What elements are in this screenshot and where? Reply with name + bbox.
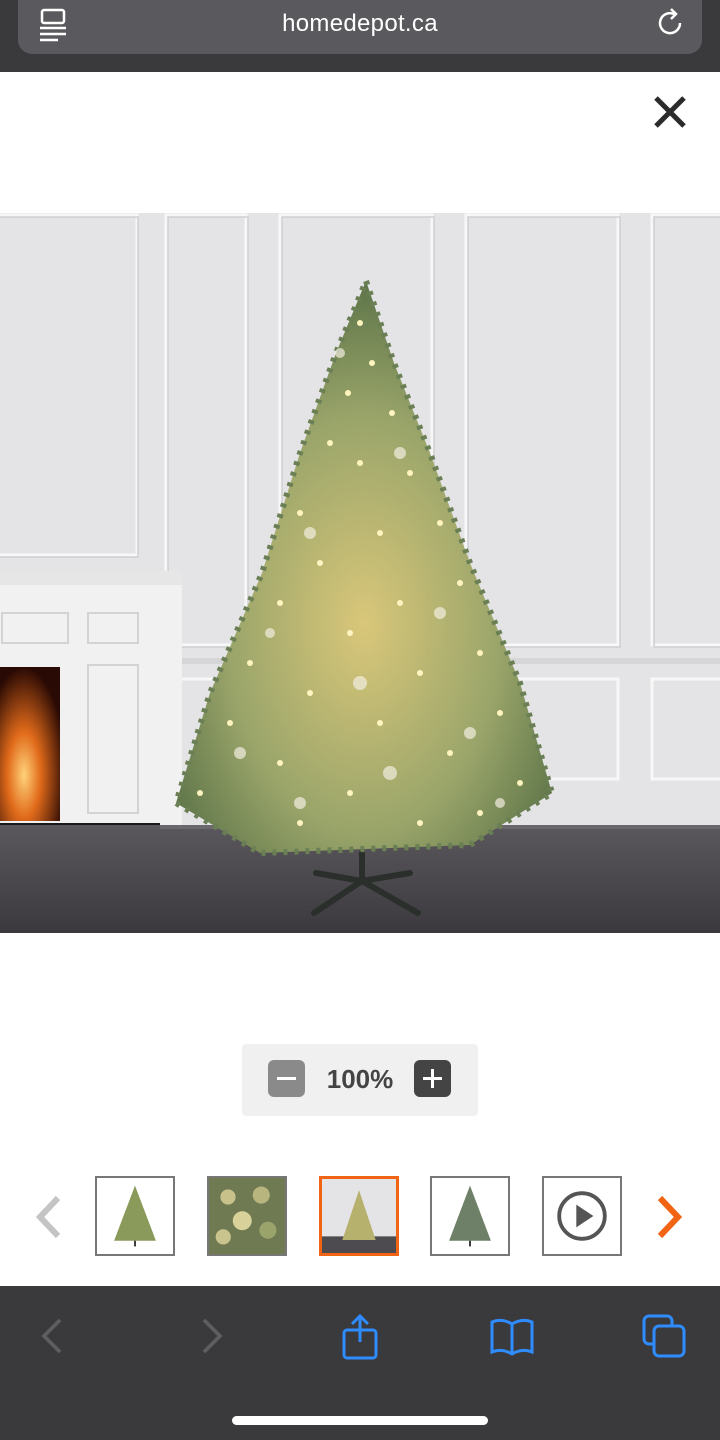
address-bar[interactable]: homedepot.ca (18, 0, 702, 54)
tree-closeup-thumbnail (209, 1178, 285, 1254)
plus-icon[interactable] (414, 1060, 451, 1097)
chevron-right-icon[interactable] (648, 1192, 688, 1242)
thumbnail-video[interactable] (542, 1176, 622, 1256)
thumbnail-1[interactable] (95, 1176, 175, 1256)
tree-thumbnail (97, 1178, 173, 1254)
forward-icon[interactable] (186, 1312, 234, 1360)
book-icon[interactable] (488, 1312, 536, 1360)
play-icon (544, 1178, 620, 1254)
browser-bottom-toolbar (0, 1286, 720, 1440)
thumbnail-4[interactable] (430, 1176, 510, 1256)
chevron-left-icon[interactable] (30, 1192, 70, 1242)
share-icon[interactable] (336, 1312, 384, 1360)
back-icon[interactable] (30, 1312, 78, 1360)
url-text[interactable]: homedepot.ca (18, 10, 702, 38)
close-icon[interactable] (648, 90, 692, 134)
minus-icon[interactable] (268, 1060, 305, 1097)
thumbnail-3[interactable] (319, 1176, 399, 1256)
reload-icon[interactable] (656, 8, 686, 38)
tabs-icon[interactable] (640, 1312, 688, 1360)
thumbnail-2[interactable] (207, 1176, 287, 1256)
zoom-control: 100% (242, 1044, 478, 1116)
tree-room-thumbnail (322, 1179, 396, 1253)
product-image[interactable] (0, 213, 720, 933)
zoom-level: 100% (326, 1064, 394, 1094)
christmas-tree-photo (0, 213, 720, 933)
browser-top-bar: homedepot.ca (0, 0, 720, 72)
home-indicator[interactable] (232, 1416, 488, 1425)
tree-unlit-thumbnail (432, 1178, 508, 1254)
